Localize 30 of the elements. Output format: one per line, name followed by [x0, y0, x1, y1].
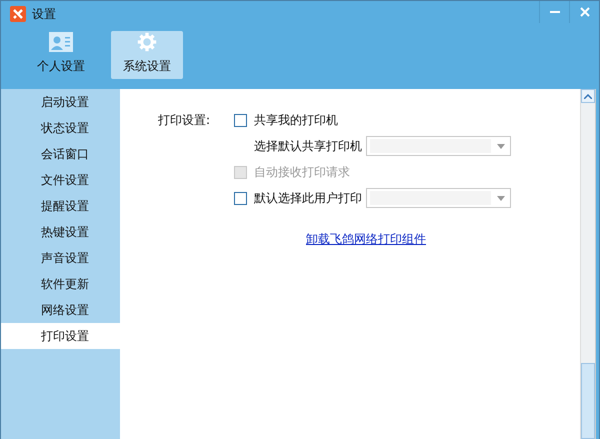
sidebar-item[interactable]: 提醒设置	[1, 193, 120, 219]
sidebar-item[interactable]: 软件更新	[1, 271, 120, 297]
uninstall-link[interactable]: 卸载飞鸽网络打印组件	[306, 232, 426, 246]
checkbox[interactable]: 共享我的打印机	[234, 112, 338, 128]
sidebar-item[interactable]: 网络设置	[1, 297, 120, 323]
tab[interactable]: 个人设置	[25, 31, 97, 79]
section-label: 打印设置:	[158, 112, 210, 129]
caret-icon	[497, 196, 506, 200]
sidebar-item[interactable]: 声音设置	[1, 245, 120, 271]
caret-up-icon	[584, 94, 592, 98]
sidebar-item[interactable]: 启动设置	[1, 89, 120, 115]
sidebar-item[interactable]: 打印设置	[1, 323, 120, 349]
scroll-up-button[interactable]	[581, 89, 595, 103]
window-title: 设置	[32, 6, 56, 22]
sidebar-item[interactable]: 热键设置	[1, 219, 120, 245]
scrollbar[interactable]	[580, 89, 596, 439]
settings-icon	[135, 32, 159, 52]
sidebar-item[interactable]: 文件设置	[1, 167, 120, 193]
dropdown[interactable]	[366, 136, 512, 156]
app-logo-icon	[10, 6, 26, 22]
close-icon	[578, 6, 590, 18]
contact-card-icon	[49, 32, 73, 52]
checkbox[interactable]: 默认选择此用户打印	[234, 190, 362, 206]
scroll-thumb[interactable]	[581, 363, 595, 439]
dropdown[interactable]	[366, 188, 512, 208]
caret-icon	[497, 144, 506, 148]
tab[interactable]: 系统设置	[111, 31, 183, 79]
sidebar-item[interactable]: 状态设置	[1, 115, 120, 141]
field-label: 选择默认共享打印机	[254, 138, 362, 154]
sidebar-item[interactable]: 会话窗口	[1, 141, 120, 167]
